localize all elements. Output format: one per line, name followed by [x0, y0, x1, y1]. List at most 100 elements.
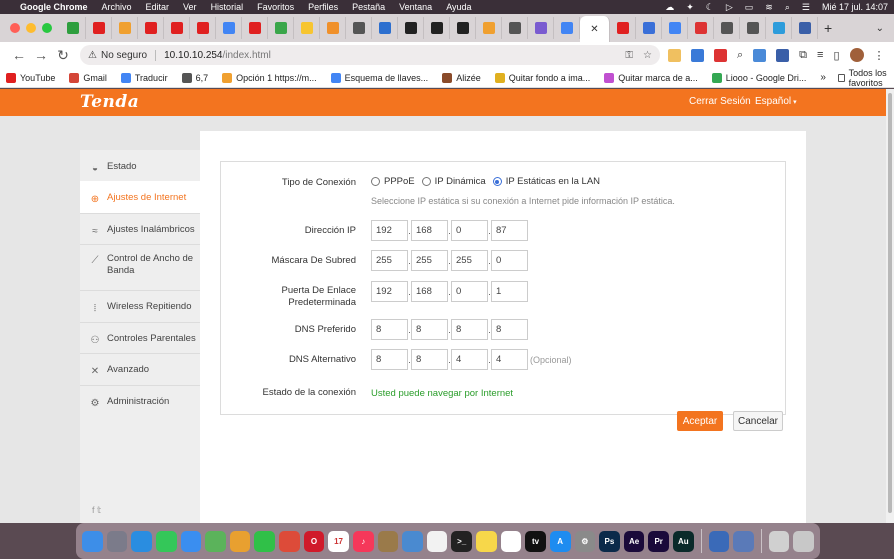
radio-circle-selected[interactable]	[492, 177, 502, 186]
tab-5[interactable]	[190, 17, 216, 39]
tab-12[interactable]	[372, 17, 398, 39]
tab-active[interactable]: ✕	[580, 16, 610, 42]
extension-shield-icon[interactable]	[776, 48, 790, 62]
premiere-icon[interactable]: Pr	[648, 530, 669, 552]
nav-item-4[interactable]: ⦙ Wireless Repitiendo	[80, 290, 200, 322]
safari-icon[interactable]	[131, 530, 152, 552]
finder-icon[interactable]	[82, 530, 103, 552]
settings-icon[interactable]: ⚙	[574, 530, 596, 552]
tab-15[interactable]	[450, 17, 476, 39]
tab-after-2[interactable]	[662, 17, 688, 39]
address-bar[interactable]: ⚠ No seguro 10.10.10.254 /index.html ⚿ ☆	[80, 45, 660, 65]
moon-icon[interactable]: ☾	[706, 2, 714, 13]
app-store-icon[interactable]: A	[549, 530, 571, 552]
scrollbar-thumb[interactable]	[888, 93, 892, 513]
tab-after-4[interactable]	[714, 17, 740, 39]
download-extension-icon[interactable]	[691, 48, 704, 62]
nav-item-1[interactable]: ⊕ Ajustes de Internet	[80, 181, 200, 213]
cancel-button[interactable]: Cancelar	[733, 411, 783, 431]
menu-historial[interactable]: Historial	[211, 2, 244, 12]
menu-ayuda[interactable]: Ayuda	[446, 2, 471, 12]
tab-16[interactable]	[476, 17, 502, 39]
close-tab-icon[interactable]: ✕	[590, 24, 598, 35]
tab-17[interactable]	[502, 17, 528, 39]
octet-input[interactable]: 8	[371, 349, 408, 370]
octet-input[interactable]: 8	[371, 319, 408, 340]
facetime-icon[interactable]	[254, 530, 275, 552]
nav-item-3[interactable]: ⟋ Control de Ancho de Banda	[80, 244, 200, 290]
octet-input[interactable]: 192	[371, 281, 408, 302]
tab-after-1[interactable]	[636, 17, 662, 39]
radio-circle[interactable]	[421, 177, 431, 186]
minimize-window-button[interactable]	[26, 23, 36, 33]
menu-app-name[interactable]: Google Chrome	[20, 2, 88, 12]
tab-14[interactable]	[424, 17, 450, 39]
octet-input[interactable]: 192	[371, 220, 408, 241]
nav-item-5[interactable]: ⚇ Controles Parentales	[80, 322, 200, 353]
tv-icon[interactable]: tv	[525, 530, 546, 552]
maps-icon[interactable]	[205, 530, 226, 552]
octet-input[interactable]: 4	[491, 349, 528, 370]
octet-input[interactable]: 255	[371, 250, 408, 271]
accept-button[interactable]: Aceptar	[677, 411, 723, 431]
octet-input[interactable]: 0	[451, 281, 488, 302]
launchpad-icon[interactable]	[106, 530, 128, 552]
octet-input[interactable]: 168	[411, 220, 448, 241]
octet-input[interactable]: 0	[451, 220, 488, 241]
nav-item-7[interactable]: ⚙ Administración	[80, 385, 200, 416]
audition-icon[interactable]: Au	[673, 530, 694, 552]
octet-input[interactable]: 255	[411, 250, 448, 271]
tab-18[interactable]	[528, 17, 554, 39]
clock[interactable]: Mié 17 jul. 14:07	[822, 2, 888, 12]
tab-after-6[interactable]	[766, 17, 792, 39]
tab-after-0[interactable]	[610, 17, 636, 39]
music-icon[interactable]: ♪	[352, 530, 374, 552]
extension-blue-icon[interactable]	[753, 48, 767, 62]
security-label[interactable]: No seguro	[101, 49, 157, 61]
wifi-status-icon[interactable]: ≋	[765, 2, 773, 13]
radio-pppoe[interactable]: PPPoE	[371, 176, 415, 187]
close-window-button[interactable]	[10, 23, 20, 33]
vpn-icon[interactable]	[708, 530, 730, 552]
trash-icon[interactable]	[793, 530, 815, 552]
bookmark-item[interactable]: Quitar fondo a ima...	[494, 72, 590, 83]
tab-1[interactable]	[86, 17, 112, 39]
octet-input[interactable]: 8	[451, 319, 488, 340]
tab-4[interactable]	[164, 17, 190, 39]
bookmark-item[interactable]: Liooo - Google Dri...	[711, 72, 806, 83]
photoshop-icon[interactable]: Ps	[599, 530, 620, 552]
zoom-icon[interactable]: ⌕	[737, 49, 743, 62]
extension-red-icon[interactable]	[714, 48, 727, 62]
opera-icon[interactable]: O	[303, 530, 325, 552]
photos-icon[interactable]	[229, 530, 251, 552]
octet-input[interactable]: 255	[451, 250, 488, 271]
tab-search-icon[interactable]: ⌄	[876, 23, 884, 34]
notes-brown-icon[interactable]	[377, 530, 399, 552]
menu-kebab-icon[interactable]: ⋮	[874, 49, 885, 62]
more-bookmarks-icon[interactable]: »	[820, 72, 826, 83]
bookmark-item[interactable]: Opción 1 https://m...	[222, 72, 317, 83]
extension-icon[interactable]	[668, 48, 681, 62]
menu-favoritos[interactable]: Favoritos	[257, 2, 294, 12]
downloads-icon[interactable]	[768, 530, 790, 552]
key-icon[interactable]: ⚿	[625, 50, 633, 61]
battery-icon[interactable]: ▭	[745, 2, 754, 13]
menu-ventana[interactable]: Ventana	[399, 2, 432, 12]
spark-icon[interactable]: ✦	[686, 2, 694, 13]
screen-icon[interactable]	[733, 530, 754, 552]
tab-19[interactable]	[554, 17, 580, 39]
language-select[interactable]: Español ▾	[755, 96, 797, 107]
logout-link[interactable]: Cerrar Sesión	[689, 96, 751, 107]
freeform-icon[interactable]	[500, 530, 522, 552]
tab-9[interactable]	[294, 17, 320, 39]
tab-8[interactable]	[268, 17, 294, 39]
bookmark-item[interactable]: 6,7	[181, 72, 208, 83]
play-icon[interactable]: ▷	[726, 2, 733, 13]
forward-arrow-icon[interactable]: →	[30, 47, 52, 63]
tab-after-7[interactable]	[792, 17, 818, 39]
bookmark-item[interactable]: YouTube	[6, 72, 55, 83]
bookmark-item[interactable]: Esquema de llaves...	[330, 72, 428, 83]
bookmark-star-icon[interactable]: ☆	[643, 50, 652, 61]
tab-6[interactable]	[216, 17, 242, 39]
nav-item-0[interactable]: ◒ Estado	[80, 150, 200, 181]
